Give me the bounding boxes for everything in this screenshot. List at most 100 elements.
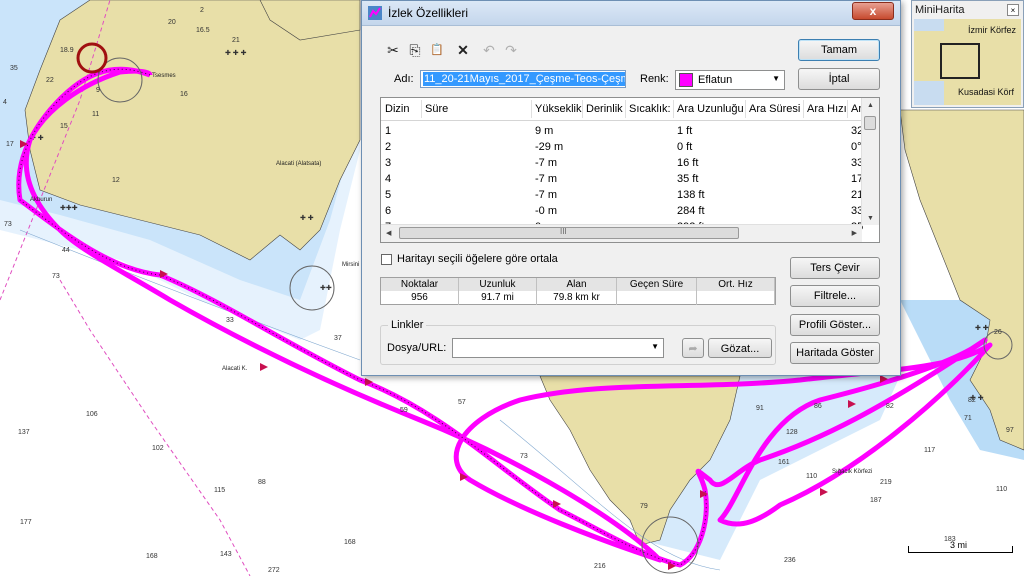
depth-label: 82 [886, 403, 894, 410]
column-separator[interactable] [582, 100, 583, 118]
open-link-button[interactable]: ➦ [682, 338, 704, 358]
track-properties-dialog: İzlek Özellikleri x ✂ ⎘ 📋 ✕ ↶ ↷ Tamam İp… [361, 0, 901, 376]
column-separator[interactable] [847, 100, 848, 118]
table-row[interactable]: 4 -7 m 35 ft 17 [381, 172, 863, 187]
cancel-button[interactable]: İptal [798, 68, 880, 90]
column-header[interactable]: Ara Uzunluğu [677, 103, 744, 115]
depth-label: 79 [640, 503, 648, 510]
depth-label: 16.5 [196, 27, 210, 34]
stat-value [617, 291, 697, 305]
depth-label: 88 [258, 479, 266, 486]
depth-label: 272 [268, 567, 280, 574]
table-header: Dizin Süre Yükseklik Derinlik Sıcaklık: Ara U… [381, 98, 879, 121]
table-cell: 6 [385, 205, 392, 217]
delete-icon[interactable]: ✕ [454, 41, 472, 59]
depth-label: 187 [870, 497, 882, 504]
column-header[interactable]: Sıcaklık: [629, 103, 671, 115]
column-separator[interactable] [421, 100, 422, 118]
table-cell: 35 ft [677, 173, 699, 185]
column-separator[interactable] [531, 100, 532, 118]
depth-label: 57 [458, 399, 466, 406]
depth-label: 71 [964, 415, 972, 422]
table-cell: 138 ft [677, 189, 705, 201]
table-cell: -7 m [535, 157, 557, 169]
column-header[interactable]: Derinlik [586, 103, 623, 115]
depth-label: 137 [18, 429, 30, 436]
depth-label: 128 [786, 429, 798, 436]
column-separator[interactable] [625, 100, 626, 118]
place-label: Alacati K. [222, 366, 248, 372]
depth-label: 17 [6, 141, 14, 148]
table-cell: -29 m [535, 141, 564, 153]
svg-text:✚✚✚: ✚✚✚ [60, 204, 78, 212]
column-header[interactable]: Süre [425, 103, 448, 115]
depth-label: 11 [92, 111, 99, 118]
reverse-button[interactable]: Ters Çevir [790, 257, 880, 279]
browse-button[interactable]: Gözat... [708, 338, 772, 358]
depth-label: 102 [152, 445, 164, 452]
close-button[interactable]: x [852, 2, 894, 20]
column-header[interactable]: Yükseklik [535, 103, 581, 115]
copy-icon[interactable]: ⎘ [406, 41, 424, 59]
table-cell: 5 [385, 189, 392, 201]
undo-icon[interactable]: ↶ [480, 41, 498, 59]
scroll-left-icon[interactable]: ◀ [386, 229, 391, 237]
column-separator[interactable] [803, 100, 804, 118]
horizontal-scrollbar[interactable]: ◀ III ▶ [381, 224, 862, 242]
cut-icon[interactable]: ✂ [384, 41, 402, 59]
scroll-up-icon[interactable]: ▲ [867, 102, 874, 109]
minimap-view[interactable]: İzmir Körfez Kusadasi Körf [914, 19, 1021, 105]
table-row[interactable]: 2 -29 m 0 ft 0° [381, 140, 862, 155]
dialog-titlebar[interactable]: İzlek Özellikleri x [362, 1, 900, 26]
depth-label: 15 [60, 123, 68, 130]
stat-value: 91.7 mi [459, 291, 537, 305]
table-row[interactable]: 19 m1 ft 32 [381, 124, 863, 139]
depth-label: 168 [344, 539, 356, 546]
depth-label: 117 [924, 447, 935, 454]
paste-icon[interactable]: 📋 [428, 41, 446, 59]
place-label: Akburun [30, 197, 52, 203]
depth-label: 2 [200, 7, 204, 14]
column-header[interactable]: Dizin [385, 103, 409, 115]
filter-button[interactable]: Filtrele... [790, 285, 880, 307]
depth-label: 33 [226, 317, 234, 324]
scroll-thumb[interactable] [864, 116, 876, 130]
center-map-checkbox[interactable] [381, 254, 392, 265]
svg-text:✚ ✚ ✚: ✚ ✚ ✚ [225, 49, 247, 57]
show-profile-button[interactable]: Profili Göster... [790, 314, 880, 336]
scroll-right-icon[interactable]: ▶ [852, 229, 857, 237]
column-separator[interactable] [745, 100, 746, 118]
name-field[interactable]: 11_20-21Mayıs_2017_Çeşme-Teos-Çeşme [420, 70, 626, 88]
ok-button[interactable]: Tamam [798, 39, 880, 61]
table-cell: 16 ft [677, 157, 699, 169]
trackpoint-table[interactable]: Dizin Süre Yükseklik Derinlik Sıcaklık: Ara U… [380, 97, 880, 243]
color-dropdown[interactable]: Eflatun ▼ [675, 70, 785, 90]
table-row[interactable]: 3 -7 m 16 ft 33 [381, 156, 863, 171]
column-header[interactable]: Ara Süresi [749, 103, 800, 115]
minimap-close-icon[interactable]: × [1007, 4, 1019, 16]
scroll-down-icon[interactable]: ▼ [867, 215, 874, 222]
table-cell: 0 ft [677, 141, 693, 153]
scroll-thumb-horizontal[interactable]: III [399, 227, 739, 239]
show-on-map-button[interactable]: Haritada Göster [790, 342, 880, 364]
minimap-label-izmir: İzmir Körfez [968, 25, 1017, 35]
redo-icon[interactable]: ↷ [502, 41, 520, 59]
table-cell: 1 [385, 125, 392, 137]
column-header[interactable]: Ara Hızı [807, 103, 847, 115]
depth-label: 12 [112, 177, 120, 184]
table-row[interactable]: 5 -7 m 138 ft 21 [381, 188, 863, 203]
stat-header: Ort. Hız [697, 278, 775, 291]
chevron-down-icon: ▼ [772, 74, 780, 83]
table-row[interactable]: 6 -0 m 284 ft 33 [381, 204, 863, 219]
depth-label: 16 [180, 91, 188, 98]
column-separator[interactable] [673, 100, 674, 118]
table-cell: 4 [385, 173, 392, 185]
depth-label: 37 [334, 335, 342, 342]
color-label: Renk: [640, 73, 669, 85]
depth-label: 82 [968, 397, 976, 404]
url-input[interactable]: ▼ [452, 338, 664, 358]
vertical-scrollbar[interactable]: ▲ ▼ [861, 98, 879, 225]
track-icon [368, 6, 382, 20]
track-statistics: Noktalar 956 Uzunluk 91.7 mi Alan 79.8 km kr G… [380, 277, 776, 305]
depth-label: 236 [784, 557, 796, 564]
